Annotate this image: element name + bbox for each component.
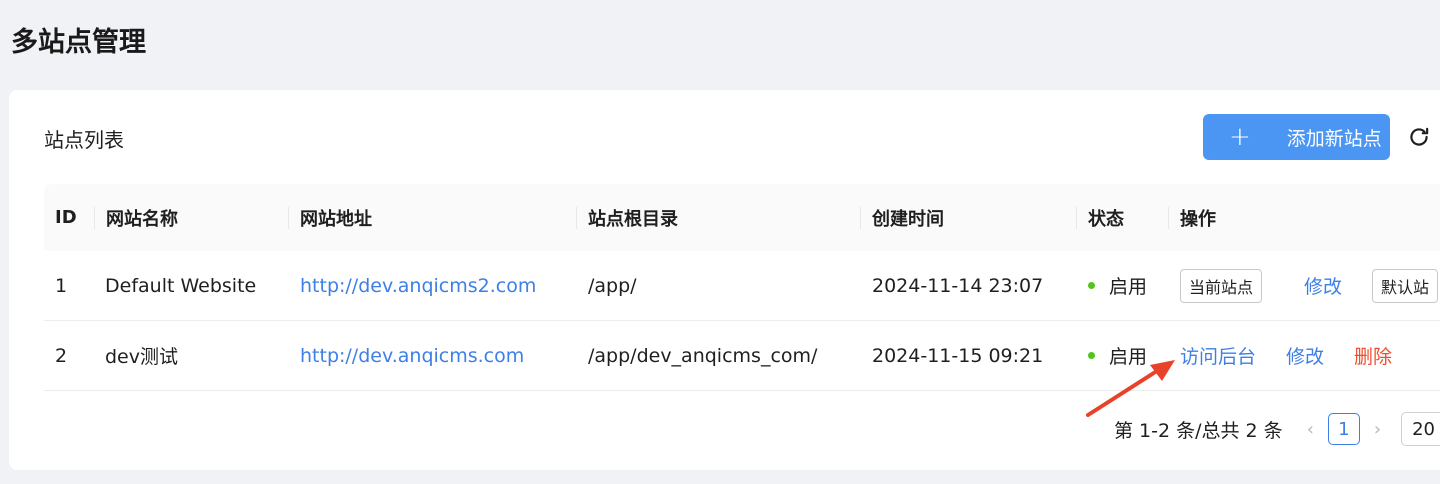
cell-name: dev测试 [105,346,178,368]
edit-button[interactable]: 修改 [1286,342,1324,369]
set-default-button[interactable]: 默认站 [1372,268,1439,303]
site-url-link[interactable]: http://dev.anqicms2.com [300,251,536,320]
column-header-id: ID [55,207,77,228]
row-actions: 访问后台 修改 删除 [1180,321,1392,390]
status-dot [1088,282,1095,289]
site-url-link[interactable]: http://dev.anqicms.com [300,321,524,390]
reload-icon[interactable] [1406,124,1432,150]
annotation-arrow-icon [1086,360,1175,417]
visit-admin-link[interactable]: 访问后台 [1180,342,1256,369]
cell-id: 1 [55,274,68,297]
page-size-select[interactable]: 20 [1401,412,1440,446]
column-header-root: 站点根目录 [576,184,678,251]
edit-button[interactable]: 修改 [1304,272,1342,299]
sites-table: ID 网站名称 网站地址 站点根目录 创建时间 状态 操作 1 Default … [44,184,1440,391]
column-header-status: 状态 [1076,184,1124,251]
cell-root: /app/ [588,274,637,297]
column-header-url: 网站地址 [288,184,372,251]
add-site-button[interactable]: + 添加新站点 [1203,114,1390,160]
page-title: 多站点管理 [11,27,146,58]
status-label: 启用 [1109,276,1148,298]
column-header-created: 创建时间 [860,184,944,251]
table-row: 2 dev测试 http://dev.anqicms.com /app/dev_… [44,321,1440,391]
column-header-name: 网站名称 [94,184,178,251]
cell-created: 2024-11-14 23:07 [872,274,1044,297]
cell-created: 2024-11-15 09:21 [872,344,1044,367]
plus-icon: + [1229,122,1251,152]
site-list-card: 站点列表 + 添加新站点 ID 网站名称 网站地址 站点根目录 创建时间 状态 … [9,90,1440,470]
chevron-left-icon[interactable]: ‹ [1307,419,1314,440]
status-badge: 启用 [1088,251,1147,320]
current-site-button[interactable]: 当前站点 [1180,268,1263,303]
table-row: 1 Default Website http://dev.anqicms2.co… [44,251,1440,321]
delete-button[interactable]: 删除 [1354,342,1392,369]
column-header-actions: 操作 [1168,184,1216,251]
cell-id: 2 [55,344,68,367]
page-1-button[interactable]: 1 [1327,413,1360,445]
chevron-right-icon[interactable]: › [1374,419,1381,440]
cell-name: Default Website [105,274,257,297]
add-site-label: 添加新站点 [1286,127,1382,150]
table-header: ID 网站名称 网站地址 站点根目录 创建时间 状态 操作 [44,184,1440,251]
row-actions: 当前站点 修改 默认站 [1180,251,1439,320]
cell-root: /app/dev_anqicms_com/ [588,344,818,367]
card-title: 站点列表 [44,128,124,152]
